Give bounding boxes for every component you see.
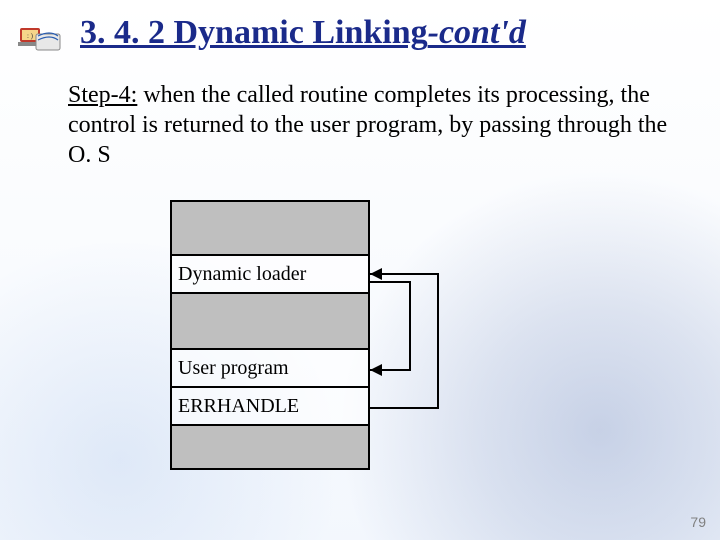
box-row: ERRHANDLE xyxy=(170,388,370,426)
box-row: User program xyxy=(170,350,370,388)
bullet-icon: : ) xyxy=(18,22,66,54)
memory-diagram: Dynamic loader User program ERRHANDLE xyxy=(170,200,570,500)
title-main: 3. 4. 2 Dynamic Linking xyxy=(80,14,428,51)
box-row xyxy=(170,294,370,350)
slide-title: 3. 4. 2 Dynamic Linking-cont'd xyxy=(80,14,526,52)
page-number: 79 xyxy=(690,514,706,530)
box-label: User program xyxy=(178,357,289,380)
step-label: Step-4: xyxy=(68,82,137,108)
box-row xyxy=(170,200,370,256)
svg-text:: ): : ) xyxy=(27,32,34,40)
body-text: Step-4: when the called routine complete… xyxy=(68,80,668,170)
box-stack: Dynamic loader User program ERRHANDLE xyxy=(170,200,370,470)
title-contd: -cont'd xyxy=(428,14,526,51)
box-row xyxy=(170,426,370,470)
box-row: Dynamic loader xyxy=(170,256,370,294)
body-content: when the called routine completes its pr… xyxy=(68,82,667,168)
slide: : ) 3. 4. 2 Dynamic Linking-cont'd Step-… xyxy=(0,0,720,540)
box-label: Dynamic loader xyxy=(178,263,306,286)
